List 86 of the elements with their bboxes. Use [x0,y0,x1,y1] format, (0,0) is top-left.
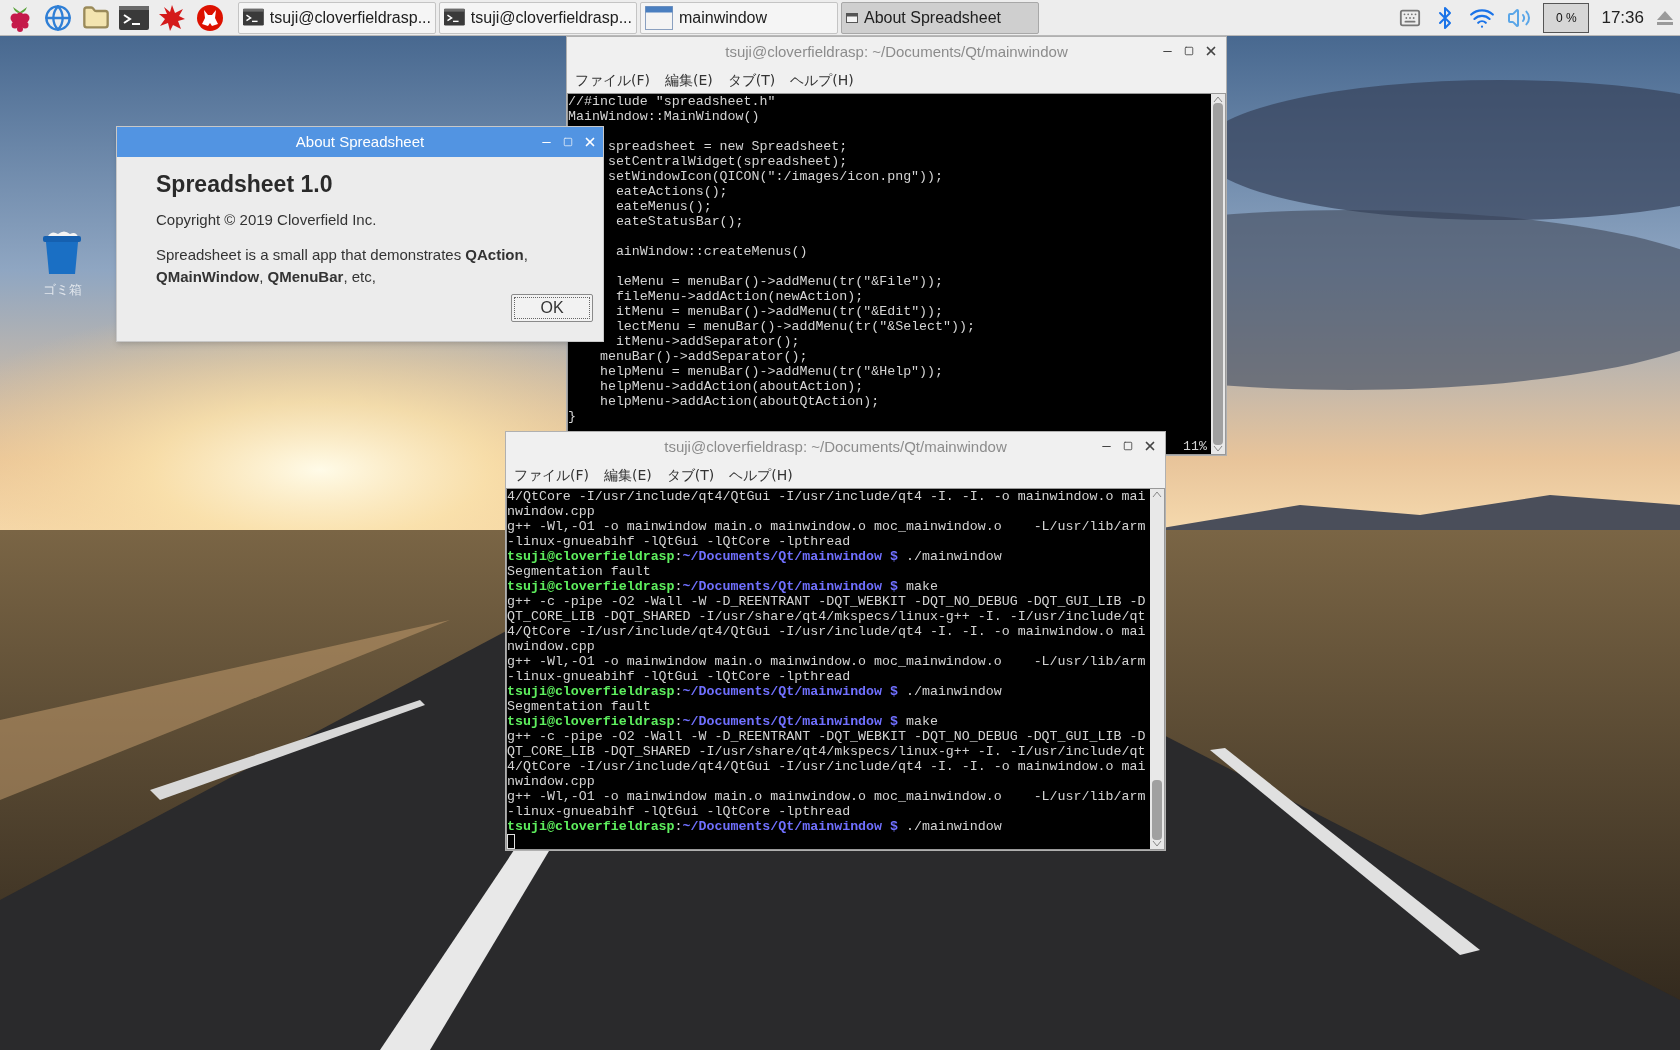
globe-icon [44,3,72,32]
terminal-line: setWindowIcon(QICON(":/images/icon.png")); [607,169,944,184]
dialog-title: About Spreadsheet [295,131,425,152]
prompt-line: tsuji@cloverfieldrasp:~/Documents/Qt/mainwindow $ make [507,714,938,729]
terminal-line: //#include "spreadsheet.h" [568,94,776,109]
terminal-line: nwindow.cpp [507,504,595,519]
menu-item[interactable]: タブ(T) [666,464,715,486]
terminal-line: helpMenu->addAction(aboutAction); [599,379,864,394]
window-icon [645,5,673,30]
terminal-line: eateStatusBar(); [615,214,744,229]
terminal-line: -linux-gnueabihf -lQtGui -lQtCore -lpthread [507,669,851,684]
terminal-line: ainWindow::createMenus() [615,244,808,259]
terminal-line: g++ -c -pipe -O2 -Wall -W -D_REENTRANT -DQT_WEBKIT -DQT_NO_DEBUG -DQT_GUI_LIB -D [507,594,1146,609]
folder-icon [82,3,110,32]
terminal-line: eateActions(); [615,184,728,199]
scroll-up-icon[interactable] [1213,96,1223,103]
terminal-line: nwindow.cpp [507,774,595,789]
terminal-line: g++ -Wl,-O1 -o mainwindow main.o mainwindow.o moc_mainwindow.o -L/usr/lib/arm [507,789,1146,804]
terminal-line: eateMenus(); [615,199,712,214]
close-icon[interactable] [1204,44,1218,58]
terminal-line: itMenu = menuBar()->addMenu(tr("&Edit")); [615,304,944,319]
copyright-text: Copyright © 2019 Cloverfield Inc. [156,210,378,230]
scroll-up-icon[interactable] [1152,491,1162,498]
scroll-down-icon[interactable] [1213,445,1223,452]
taskbar-task[interactable]: tsuji@cloverfieldrasp... [238,1,436,34]
terminal-line: MainWindow::MainWindow() [568,109,760,124]
terminal-line: leMenu = menuBar()->addMenu(tr("&File")); [615,274,944,289]
menu-item[interactable]: ヘルプ(H) [790,69,854,91]
window-title: tsuji@cloverfieldrasp: ~/Documents/Qt/mainwindow [725,41,1068,62]
menu-item[interactable]: ヘルプ(H) [729,464,793,486]
terminal-line: spreadsheet = new Spreadsheet; [607,139,848,154]
terminal-line: fileMenu->addAction(newAction); [615,289,864,304]
terminal-line: 4/QtCore -I/usr/include/qt4/QtGui -I/usr/include/qt4 -I. -I. -o mainwindow.o mai [507,759,1146,774]
terminal-line: } [568,409,576,424]
terminal-line: QT_CORE_LIB -DQT_SHARED -I/usr/share/qt4/mkspecs/linux-g++ -I. -I/usr/include/qt [507,609,1146,624]
terminal-icon [119,5,149,30]
terminal-icon [243,6,264,29]
starburst-icon [158,3,186,32]
menu-item[interactable]: タブ(T) [727,69,776,91]
menu-item[interactable]: ファイル(F) [514,464,589,486]
terminal-line: -linux-gnueabihf -lQtGui -lQtCore -lpthread [507,804,851,819]
cpu-monitor: 0 % [1543,2,1590,33]
clock[interactable]: 17:36 [1601,4,1644,31]
ok-button[interactable]: OK [511,293,593,322]
close-icon[interactable] [1143,439,1157,453]
terminal-line: -linux-gnueabihf -lQtGui -lQtCore -lpthread [507,534,851,549]
prompt-line: tsuji@cloverfieldrasp:~/Documents/Qt/mainwindow $ ./mainwindow [507,549,1002,564]
terminal-line: Segmentation fault [507,699,651,714]
prompt-line: tsuji@cloverfieldrasp:~/Documents/Qt/mainwindow $ ./mainwindow [507,819,1002,834]
terminal-line: lectMenu = menuBar()->addMenu(tr("&Select")); [615,319,975,334]
terminal-icon [444,6,465,29]
circle-logo-icon [196,3,224,32]
maximize-icon[interactable] [1184,46,1194,56]
terminal-line: menuBar()->addSeparator(); [599,349,808,364]
taskbar-task[interactable]: mainwindow [640,1,838,34]
scrollbar-thumb[interactable] [1213,103,1223,445]
menu-item[interactable]: 編集(E) [665,69,713,91]
terminal-line: g++ -Wl,-O1 -o mainwindow main.o mainwindow.o moc_mainwindow.o -L/usr/lib/arm [507,519,1146,534]
window-icon [846,12,858,23]
prompt-line: tsuji@cloverfieldrasp:~/Documents/Qt/mainwindow $ ./mainwindow [507,684,1002,699]
menu-item[interactable]: ファイル(F) [575,69,650,91]
terminal-line: Segmentation fault [507,564,651,579]
scroll-percent: 11% [1183,439,1207,454]
terminal-line: 4/QtCore -I/usr/include/qt4/QtGui -I/usr/include/qt4 -I. -I. -o mainwindow.o mai [507,489,1146,504]
terminal-line: itMenu->addSeparator(); [615,334,800,349]
window-title: tsuji@cloverfieldrasp: ~/Documents/Qt/mainwindow [664,436,1007,457]
description-text: Spreadsheet is a small app that demonstrates QAction, QMainWindow, QMenuBar, etc, [156,244,529,287]
scrollbar[interactable] [1211,94,1225,454]
terminal-line: 4/QtCore -I/usr/include/qt4/QtGui -I/usr/include/qt4 -I. -I. -o mainwindow.o mai [507,624,1146,639]
text-cursor [507,834,515,849]
terminal-line: g++ -Wl,-O1 -o mainwindow main.o mainwindow.o moc_mainwindow.o -L/usr/lib/arm [507,654,1146,669]
menu-item[interactable]: 編集(E) [604,464,652,486]
taskbar-task[interactable]: About Spreadsheet [841,1,1039,34]
scrollbar[interactable] [1150,489,1164,849]
prompt-line: tsuji@cloverfieldrasp:~/Documents/Qt/mainwindow $ make [507,579,938,594]
scroll-down-icon[interactable] [1152,840,1162,847]
maximize-icon[interactable] [1123,441,1133,451]
taskbar-task[interactable]: tsuji@cloverfieldrasp... [439,1,637,34]
terminal-line: nwindow.cpp [507,639,595,654]
dialog-heading: Spreadsheet 1.0 [156,170,334,199]
terminal-line: helpMenu->addAction(aboutQtAction); [599,394,880,409]
terminal-line: helpMenu = menuBar()->addMenu(tr("&Help")); [599,364,944,379]
terminal-line: g++ -c -pipe -O2 -Wall -W -D_REENTRANT -DQT_WEBKIT -DQT_NO_DEBUG -DQT_GUI_LIB -D [507,729,1146,744]
terminal-line: QT_CORE_LIB -DQT_SHARED -I/usr/share/qt4/mkspecs/linux-g++ -I. -I/usr/include/qt [507,744,1146,759]
scrollbar-thumb[interactable] [1152,780,1162,840]
terminal-line: setCentralWidget(spreadsheet); [607,154,848,169]
